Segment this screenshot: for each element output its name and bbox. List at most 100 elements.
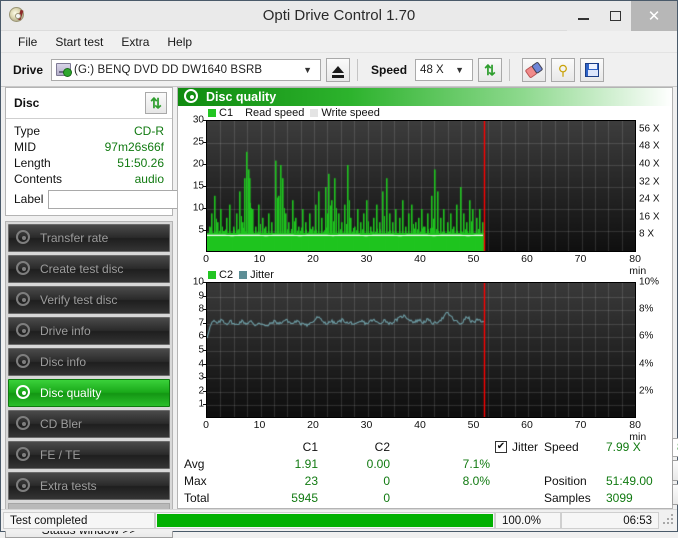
position-row: Position 51:49.00 [544,472,672,489]
close-button[interactable]: ✕ [631,0,677,31]
axis-tick-label: 10 [253,253,266,265]
axis-tick-label: 0 [203,253,209,265]
maximize-icon [609,10,621,21]
sidebar-item-verify-test-disc[interactable]: Verify test disc [8,286,170,314]
disc-scan-icon [16,478,32,494]
sidebar-item-create-test-disc[interactable]: Create test disc [8,255,170,283]
sidebar-item-label: Verify test disc [40,293,118,307]
sidebar-item-label: Disc quality [40,386,102,400]
start-full-button[interactable]: Start full [672,460,678,481]
axis-tick-label: 40 [414,253,426,265]
sidebar-item-extra-tests[interactable]: Extra tests [8,472,170,500]
axis-tick-label: 60 [521,419,533,431]
key-button[interactable]: ⚲ [551,57,576,82]
axis-tick-label: 80 min [629,253,647,277]
c2-right-axis: 2% 4% 6% 8% 10% [636,277,668,418]
start-part-button[interactable]: Start part [672,484,678,505]
disc-row-value: audio [134,172,164,186]
title-bar: Opti Drive Control 1.70 ✕ [1,0,677,31]
axis-tick-label: 80 min [629,419,647,443]
disc-refresh-button[interactable]: ⇅ [145,92,167,114]
save-button[interactable] [580,57,605,82]
drive-select-value: (G:) BENQ DVD DD DW1640 BSRB [74,63,263,76]
menu-item-start-test[interactable]: Start test [46,32,112,52]
erase-button[interactable] [522,57,547,82]
speed-select[interactable]: 48 X ▼ [415,58,474,81]
disc-row-value: 51:50.26 [117,156,164,170]
results-speed-block: Speed 7.99 X Position 51:49.00 Samples 3… [544,438,672,506]
axis-tick-label: 10% [639,276,660,288]
table-row: Avg 1.91 0.00 [184,455,434,472]
disc-row-type: Type CD-R [14,123,164,139]
sidebar-item-disc-quality[interactable]: Disc quality [8,379,170,407]
c1-chart-block: C1 Read speed Write speed 5 10 15 20 25 30 [178,106,672,277]
refresh-button[interactable]: ⇅ [478,57,503,82]
legend-label: Jitter [250,269,274,281]
disc-scan-icon [16,354,32,370]
toolbar: Drive (G:) BENQ DVD DD DW1640 BSRB ▼ Spe… [1,53,677,87]
legend-label: C2 [219,269,234,281]
c1-plot-area[interactable] [206,120,636,252]
sidebar-item-disc-info[interactable]: Disc info [8,348,170,376]
legend-item-jitter: Jitter [239,269,274,281]
row-label: Total [184,490,210,505]
drive-icon [56,63,73,77]
window-buttons: ✕ [567,0,677,31]
minimize-button[interactable] [567,0,599,31]
write-strategy-select[interactable]: 8 X CLV ▼ [672,438,678,457]
disc-panel: Disc ⇅ Type CD-R MID 97m26s66f Length 51… [5,87,253,216]
c1-right-axis: 8 X 16 X 24 X 32 X 40 X 48 X 56 X [636,120,668,252]
speed-label: Speed [371,62,408,77]
cell-c2: 0.00 [366,456,390,471]
legend-item-write-speed: Write speed [310,107,380,119]
axis-tick-label: 40 [414,419,426,431]
jitter-label: Jitter [512,439,539,454]
sidebar-item-transfer-rate[interactable]: Transfer rate [8,224,170,252]
speed-select-value: 48 X [420,63,444,76]
sidebar-item-label: Create test disc [40,262,124,276]
eject-button[interactable] [326,57,351,82]
samples-label: Samples [544,490,591,505]
resize-grip[interactable] [659,512,675,529]
menu-item-extra[interactable]: Extra [112,32,158,52]
c2-y-axis: 1 2 3 4 5 6 7 8 9 10 [182,277,206,418]
sidebar-item-fe-te[interactable]: FE / TE [8,441,170,469]
axis-tick-label: 6% [639,330,654,342]
sidebar-item-label: Disc info [40,355,87,369]
jitter-max-row: 8.0% [434,472,544,489]
eraser-icon [524,60,544,79]
progress-bar-fill [157,514,493,527]
results-panel: C1 C2 Avg 1.91 0.00 Max 23 0 Total 5945 … [178,434,678,508]
jitter-checkbox[interactable]: ✔ [495,440,507,453]
disc-scan-icon [16,292,32,308]
results-jitter-block: ✔ Jitter 7.1% 8.0% [434,438,544,506]
maximize-button[interactable] [599,0,631,31]
disc-panel-title: Disc [14,96,40,110]
drive-select[interactable]: (G:) BENQ DVD DD DW1640 BSRB ▼ [51,58,322,81]
axis-tick-label: 10 [253,419,266,431]
menu-item-help[interactable]: Help [158,32,201,52]
progress-percent: 100.0% [495,512,561,529]
c2-chart-legend: C2 Jitter [182,268,668,282]
disc-row-length: Length 51:50.26 [14,155,164,171]
disc-row-value: CD-R [134,124,164,138]
sidebar-item-drive-info[interactable]: Drive info [8,317,170,345]
position-value: 51:49.00 [606,473,653,488]
content-title: Disc quality [206,90,277,104]
c2-plot-area[interactable] [206,282,636,418]
legend-label: C1 [219,107,234,119]
c1-chart-legend: C1 Read speed Write speed [182,106,668,120]
sidebar-item-cd-bler[interactable]: CD Bler [8,410,170,438]
disc-scan-icon [16,261,32,277]
jitter-header-row: ✔ Jitter [434,438,544,455]
sidebar-item-label: CD Bler [40,417,83,431]
axis-tick-label: 8% [639,303,654,315]
c2-chart-block: C2 Jitter 1 2 3 4 5 6 7 8 9 10 2% 4% 6% 8% 10% 0 10 20 [178,268,672,443]
c1-canvas [207,121,635,251]
jitter-max-value: 8.0% [462,473,490,488]
menu-item-file[interactable]: File [9,32,46,52]
axis-tick-label: 2% [639,385,654,397]
samples-row: Samples 3099 [544,489,672,506]
axis-tick-label: 20 [307,419,319,431]
legend-swatch-icon [239,271,248,279]
